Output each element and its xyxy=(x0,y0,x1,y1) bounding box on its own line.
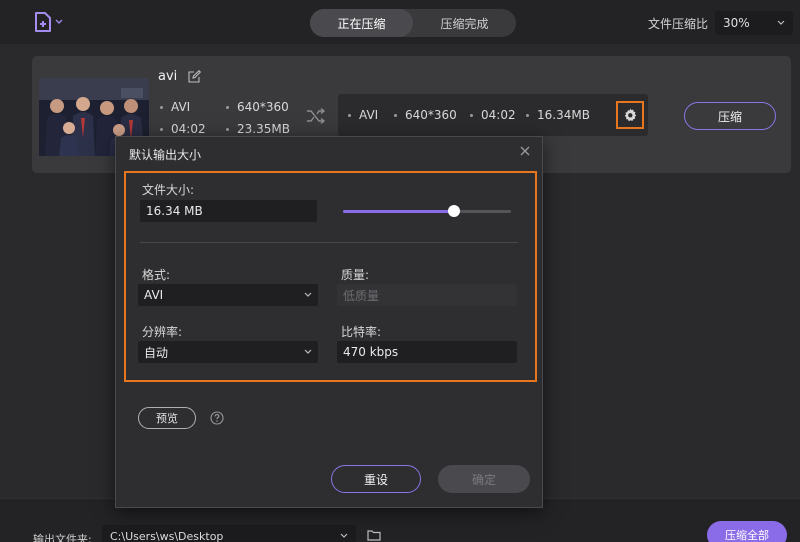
output-duration: 04:02 xyxy=(481,108,516,122)
tab-completed[interactable]: 压缩完成 xyxy=(413,9,516,37)
format-value: AVI xyxy=(144,288,164,302)
gear-icon xyxy=(624,108,637,122)
compression-ratio-label: 文件压缩比 xyxy=(648,17,709,31)
reset-button[interactable]: 重设 xyxy=(331,465,421,493)
confirm-button[interactable]: 确定 xyxy=(438,465,530,493)
output-duration-item: 04:02 xyxy=(470,108,516,122)
resolution-value: 自动 xyxy=(144,345,169,360)
compress-all-button[interactable]: 压缩全部 xyxy=(707,521,787,542)
edit-icon[interactable] xyxy=(188,70,201,83)
file-size-input[interactable]: 16.34 MB xyxy=(140,200,317,222)
output-size-item: 16.34MB xyxy=(526,108,590,122)
quality-value: 低质量 xyxy=(343,288,380,303)
output-settings-box: AVI 640*360 04:02 16.34MB xyxy=(338,94,648,136)
format-label: 格式: xyxy=(142,268,171,282)
file-size-label: 文件大小: xyxy=(142,183,195,197)
chevron-down-icon xyxy=(304,349,312,354)
add-file-icon xyxy=(35,12,51,32)
output-resolution: 640*360 xyxy=(405,108,457,122)
output-size: 16.34MB xyxy=(537,108,590,122)
help-icon[interactable] xyxy=(210,411,224,425)
resolution-select[interactable]: 自动 xyxy=(138,341,318,363)
settings-panel: 文件大小: 16.34 MB 格式: AVI 质量: 低质量 分辨率: 自动 比… xyxy=(124,171,537,382)
chevron-down-icon xyxy=(777,20,785,25)
chevron-down-icon xyxy=(304,292,312,297)
source-size-item: 23.35MB xyxy=(226,122,290,136)
slider-handle[interactable] xyxy=(447,205,460,217)
output-format-item: AVI xyxy=(348,108,378,122)
quality-label: 质量: xyxy=(341,268,370,282)
add-file-button[interactable] xyxy=(34,12,63,32)
folder-icon[interactable] xyxy=(367,529,381,541)
output-folder-label: 输出文件夹: xyxy=(33,533,92,542)
status-tabs: 正在压缩 压缩完成 xyxy=(310,9,516,37)
resolution-label: 分辨率: xyxy=(142,325,183,339)
format-select[interactable]: AVI xyxy=(138,284,318,306)
source-resolution: 640*360 xyxy=(237,100,289,114)
preview-button[interactable]: 预览 xyxy=(138,407,196,429)
source-duration-item: 04:02 xyxy=(160,122,206,136)
source-duration: 04:02 xyxy=(171,122,206,136)
quality-input: 低质量 xyxy=(337,284,517,306)
bitrate-value: 470 kbps xyxy=(343,345,399,359)
divider xyxy=(140,242,518,243)
slider-fill xyxy=(343,210,454,213)
chevron-down-icon xyxy=(340,533,348,538)
output-folder-select[interactable]: C:\Users\ws\Desktop xyxy=(102,525,356,542)
compression-ratio-value: 30% xyxy=(723,16,750,30)
output-resolution-item: 640*360 xyxy=(394,108,457,122)
compression-ratio-select[interactable]: 30% xyxy=(715,11,793,35)
file-size-slider[interactable] xyxy=(343,205,511,217)
output-folder-path: C:\Users\ws\Desktop xyxy=(110,529,224,542)
chevron-down-icon xyxy=(55,19,63,24)
bitrate-input[interactable]: 470 kbps xyxy=(337,341,517,363)
bitrate-label: 比特率: xyxy=(341,325,382,339)
output-size-dialog: 默认输出大小 文件大小: 16.34 MB 格式: AVI 质量: 低质量 分辨… xyxy=(115,136,543,508)
source-resolution-item: 640*360 xyxy=(226,100,289,114)
output-format: AVI xyxy=(359,108,379,122)
top-bar: 正在压缩 压缩完成 文件压缩比 30% xyxy=(0,0,800,44)
source-format-item: AVI xyxy=(160,100,190,114)
close-icon[interactable] xyxy=(518,144,532,158)
dialog-title: 默认输出大小 xyxy=(129,148,202,162)
source-size: 23.35MB xyxy=(237,122,290,136)
settings-button[interactable] xyxy=(616,101,644,129)
file-name: avi xyxy=(158,69,178,84)
tab-compressing[interactable]: 正在压缩 xyxy=(310,9,413,37)
source-format: AVI xyxy=(171,100,191,114)
shuffle-icon[interactable] xyxy=(306,108,326,124)
file-size-value: 16.34 MB xyxy=(146,204,203,218)
compress-button[interactable]: 压缩 xyxy=(684,102,776,130)
